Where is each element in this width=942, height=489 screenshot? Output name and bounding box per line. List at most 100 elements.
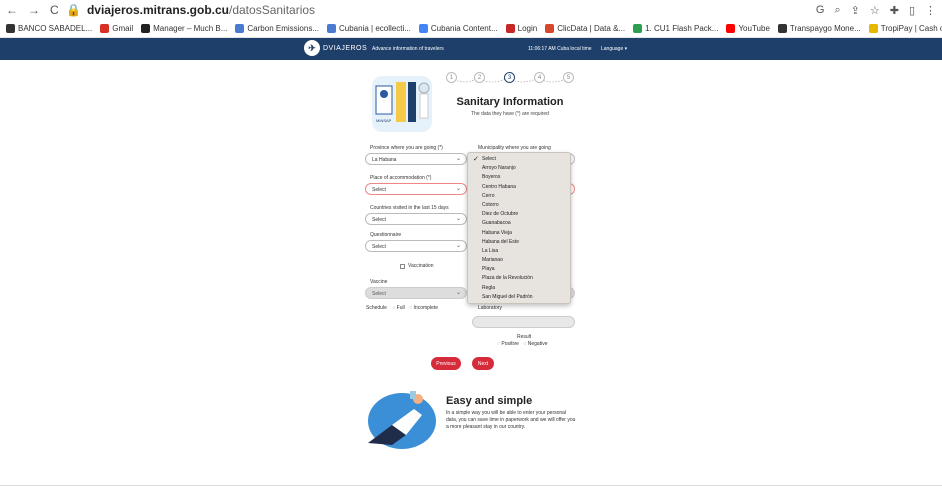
bookmark-item[interactable]: TropiPay | Cash ou... bbox=[868, 24, 942, 33]
bookmark-icon bbox=[141, 24, 151, 33]
zoom-icon[interactable]: ⌕ bbox=[834, 4, 840, 17]
bookmark-label: Cubania Content... bbox=[430, 24, 498, 33]
address-bar[interactable]: 🔒 dviajeros.mitrans.gob.cu/datosSanitari… bbox=[66, 3, 816, 17]
schedule-full-radio[interactable]: Full bbox=[397, 305, 405, 311]
dropdown-option[interactable]: Marianao bbox=[468, 256, 570, 265]
dropdown-option[interactable]: Cotorro bbox=[468, 201, 570, 210]
province-select[interactable]: La Habana ⌄ bbox=[365, 153, 467, 165]
reload-icon[interactable]: C bbox=[50, 3, 59, 17]
next-button[interactable]: Next bbox=[472, 357, 494, 370]
dropdown-option-label: Centro Habana bbox=[482, 183, 516, 190]
bookmark-icon bbox=[633, 24, 643, 33]
menu-icon[interactable]: ⋮ bbox=[925, 4, 936, 17]
dropdown-option-label: San Miguel del Padrón bbox=[482, 293, 533, 300]
bookmark-icon bbox=[327, 24, 336, 33]
language-menu[interactable]: Language ▾ bbox=[601, 46, 627, 52]
lock-icon: 🔒 bbox=[66, 3, 81, 17]
dropdown-option-label: Playa bbox=[482, 266, 495, 273]
laboratory-label: Laboratory bbox=[478, 305, 502, 311]
bookmark-icon bbox=[100, 24, 110, 33]
dropdown-option[interactable]: Guanabacoa bbox=[468, 219, 570, 228]
result-negative-radio[interactable]: Negative bbox=[528, 341, 548, 347]
bookmark-icon bbox=[505, 24, 515, 33]
dropdown-option[interactable]: Plaza de la Revolución bbox=[468, 274, 570, 283]
required-note: The data they have (*) are required bbox=[471, 111, 549, 117]
bookmark-item[interactable]: ClicData | Data &... bbox=[545, 24, 625, 33]
dropdown-option[interactable]: Habana Vieja bbox=[468, 229, 570, 238]
promo-title: Easy and simple bbox=[446, 395, 533, 407]
site-logo[interactable]: ✈ DVIAJEROS bbox=[304, 40, 367, 56]
bookmark-item[interactable]: Cubania Content... bbox=[418, 24, 498, 33]
bookmark-item[interactable]: Login bbox=[505, 24, 538, 33]
dropdown-option-label: Diez de Octubre bbox=[482, 211, 519, 218]
dropdown-option-label: Plaza de la Revolución bbox=[482, 275, 533, 282]
bookmark-label: Cubania | ecollecti... bbox=[339, 24, 411, 33]
previous-button[interactable]: Previous bbox=[431, 357, 461, 370]
dropdown-option[interactable]: Boyeros bbox=[468, 173, 570, 182]
bookmark-icon bbox=[6, 24, 15, 33]
bookmark-icon bbox=[418, 24, 428, 33]
schedule-row: Schedule ○ Full ○ Incomplete bbox=[366, 305, 439, 311]
bookmark-item[interactable]: Gmail bbox=[100, 24, 133, 33]
dropdown-option[interactable]: Cerro bbox=[468, 192, 570, 201]
dropdown-option[interactable]: San Miguel del Padrón bbox=[468, 293, 570, 302]
accommodation-label: Place of accommodation (*) bbox=[370, 175, 432, 181]
dropdown-option-label: Arroyo Naranjo bbox=[482, 165, 516, 172]
dropdown-option[interactable]: Diez de Octubre bbox=[468, 210, 570, 219]
bookmark-item[interactable]: Transpaygo Mone... bbox=[777, 24, 861, 33]
bookmark-item[interactable]: Carbon Emissions... bbox=[235, 24, 319, 33]
page-title: Sanitary Information bbox=[456, 96, 564, 108]
questionnaire-select[interactable]: Select ⌄ bbox=[365, 240, 467, 252]
questionnaire-label: Questionnaire bbox=[370, 232, 402, 238]
dropdown-option[interactable]: Arroyo Naranjo bbox=[468, 164, 570, 173]
extensions-icon[interactable]: ✚ bbox=[890, 4, 899, 17]
bookmark-item[interactable]: 1. CU1 Flash Pack... bbox=[633, 24, 718, 33]
dropdown-option[interactable]: Centro Habana bbox=[468, 183, 570, 192]
chevron-down-icon: ⌄ bbox=[455, 156, 461, 162]
forward-icon[interactable]: → bbox=[28, 3, 40, 17]
bookmark-item[interactable]: Cubania | ecollecti... bbox=[327, 24, 411, 33]
result-positive-radio[interactable]: Positive bbox=[501, 341, 519, 347]
bookmark-icon bbox=[777, 24, 787, 33]
bookmark-label: ClicData | Data &... bbox=[557, 24, 626, 33]
dropdown-option[interactable]: Playa bbox=[468, 265, 570, 274]
province-value: La Habana bbox=[372, 157, 397, 163]
step-5: 5 bbox=[563, 72, 574, 83]
star-icon[interactable]: ☆ bbox=[870, 4, 880, 17]
back-icon[interactable]: ← bbox=[6, 3, 18, 17]
sanitary-illustration: MINSAP bbox=[372, 76, 432, 132]
logo-text: DVIAJEROS bbox=[323, 44, 368, 52]
municipality-label: Municipality where you are going bbox=[478, 145, 551, 151]
vaccination-checkbox[interactable] bbox=[400, 263, 405, 269]
municipality-dropdown[interactable]: ✓ Select Arroyo Naranjo Boyeros Centro Haban… bbox=[467, 152, 571, 304]
chevron-down-icon: ⌄ bbox=[455, 243, 461, 249]
site-header: ✈ DVIAJEROS Advance information of trave… bbox=[0, 38, 942, 60]
bookmark-item[interactable]: YouTube bbox=[726, 24, 770, 33]
sidepanel-icon[interactable]: ▯ bbox=[909, 4, 915, 17]
dropdown-option[interactable]: ✓ Select bbox=[468, 155, 570, 164]
vaccine-label: Vaccine bbox=[370, 279, 388, 285]
easy-illustration bbox=[368, 391, 436, 449]
schedule-incomplete-radio[interactable]: Incomplete bbox=[414, 305, 438, 311]
vaccine-select[interactable]: Select ⌄ bbox=[365, 287, 467, 299]
bookmark-label: Carbon Emissions... bbox=[247, 24, 319, 33]
bookmark-item[interactable]: BANCO SABADEL... bbox=[6, 24, 92, 33]
check-icon: ✓ bbox=[473, 156, 479, 163]
google-icon[interactable]: G bbox=[816, 4, 825, 17]
bookmark-item[interactable]: Manager – Much B... bbox=[141, 24, 227, 33]
laboratory-field[interactable] bbox=[472, 316, 575, 328]
dropdown-option-label: Boyeros bbox=[482, 174, 501, 181]
dropdown-option[interactable]: Regla bbox=[468, 284, 570, 293]
dropdown-option[interactable]: La Lisa bbox=[468, 247, 570, 256]
accommodation-select[interactable]: Select ⌄ bbox=[365, 183, 467, 195]
vaccination-option[interactable]: Vaccination bbox=[400, 263, 433, 269]
bookmark-label: 1. CU1 Flash Pack... bbox=[645, 24, 719, 33]
dropdown-option-label: Guanabacoa bbox=[482, 220, 511, 227]
dropdown-option[interactable]: Habana del Este bbox=[468, 238, 570, 247]
step-2: 2 bbox=[474, 72, 485, 83]
countries-select[interactable]: Select ⌄ bbox=[365, 213, 467, 225]
dropdown-option-label: Cerro bbox=[482, 192, 495, 199]
bookmark-label: Login bbox=[517, 24, 538, 33]
bookmark-icon bbox=[235, 24, 245, 33]
share-icon[interactable]: ⇪ bbox=[851, 4, 860, 17]
